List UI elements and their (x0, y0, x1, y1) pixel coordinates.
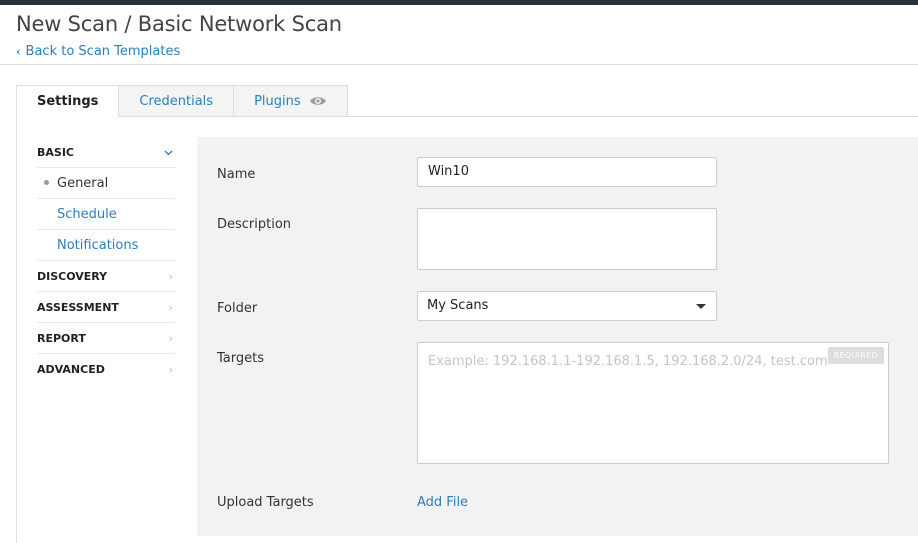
description-textarea[interactable] (417, 208, 717, 270)
current-item-bullet (44, 180, 49, 185)
folder-select-value: My Scans (427, 298, 489, 313)
chevron-left-icon: ‹ (16, 45, 21, 58)
sidebar-section-label: DISCOVERY (37, 269, 108, 283)
sidebar-section-discovery[interactable]: DISCOVERY › (37, 261, 175, 292)
folder-label: Folder (217, 301, 258, 316)
sidebar-item-label: Notifications (57, 237, 139, 253)
sidebar-section-label: BASIC (37, 145, 74, 159)
tab-plugins[interactable]: Plugins (233, 85, 348, 116)
sidebar-section-label: ASSESSMENT (37, 300, 119, 314)
top-bar (0, 0, 918, 5)
add-file-link[interactable]: Add File (417, 495, 468, 510)
sidebar-section-label: ADVANCED (37, 363, 105, 376)
header-divider (0, 64, 918, 65)
sidebar-section-label: REPORT (37, 331, 86, 345)
content-left-border (16, 116, 17, 543)
sidebar-section-basic[interactable]: BASIC (37, 137, 175, 168)
name-label: Name (217, 167, 256, 182)
chevron-right-icon: › (168, 300, 173, 314)
sidebar-section-assessment[interactable]: ASSESSMENT › (37, 292, 175, 323)
sidebar-item-notifications[interactable]: Notifications (37, 230, 175, 261)
chevron-down-icon (164, 146, 173, 159)
sidebar-section-advanced[interactable]: ADVANCED › (37, 354, 175, 385)
targets-textarea[interactable]: Example: 192.168.1.1-192.168.1.5, 192.16… (417, 342, 889, 464)
sidebar-item-label: General (57, 175, 109, 191)
sidebar-item-label: Schedule (57, 206, 117, 222)
targets-label: Targets (217, 351, 264, 366)
sidebar-section-report[interactable]: REPORT › (37, 323, 175, 354)
required-badge: REQUIRED (827, 347, 884, 364)
general-settings-form: Name Win10 Description Folder My Scans T… (197, 137, 918, 536)
eye-icon[interactable] (309, 95, 327, 107)
tab-settings[interactable]: Settings (16, 85, 120, 117)
targets-placeholder: Example: 192.168.1.1-192.168.1.5, 192.16… (428, 354, 828, 369)
tabs-divider (16, 116, 918, 117)
chevron-right-icon: › (168, 363, 173, 376)
sidebar-item-general[interactable]: General (37, 168, 175, 199)
chevron-right-icon: › (168, 269, 173, 283)
dropdown-caret-icon (696, 304, 706, 309)
folder-select[interactable]: My Scans (417, 291, 717, 321)
back-to-templates-link[interactable]: ‹ Back to Scan Templates (16, 44, 180, 59)
sidebar-item-schedule[interactable]: Schedule (37, 199, 175, 230)
description-label: Description (217, 217, 292, 232)
page-title: New Scan / Basic Network Scan (16, 12, 342, 36)
upload-targets-label: Upload Targets (217, 495, 314, 510)
chevron-right-icon: › (168, 331, 173, 345)
tab-plugins-label: Plugins (254, 93, 301, 109)
back-link-label: Back to Scan Templates (25, 44, 181, 59)
tab-credentials[interactable]: Credentials (118, 85, 235, 116)
tab-bar: Settings Credentials Plugins (16, 85, 348, 117)
settings-sidebar: BASIC General Schedule Notifications DIS… (37, 137, 175, 385)
name-input[interactable]: Win10 (417, 157, 717, 187)
